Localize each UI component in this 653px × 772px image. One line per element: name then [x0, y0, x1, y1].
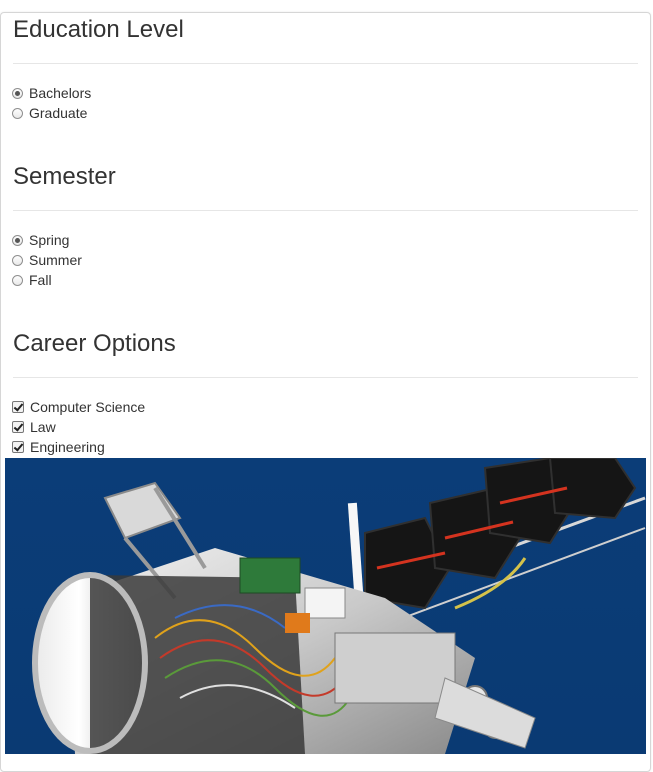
checkbox-law[interactable]: Law	[12, 417, 56, 437]
radio-fall[interactable]: Fall	[12, 270, 52, 290]
robot-photo	[5, 458, 646, 754]
checkbox-engineering[interactable]: Engineering	[12, 437, 105, 457]
section-divider	[13, 63, 638, 64]
radio-bachelors[interactable]: Bachelors	[12, 83, 91, 103]
radio-label: Fall	[29, 272, 52, 288]
checkbox-computer-science[interactable]: Computer Science	[12, 397, 145, 417]
radio-label: Summer	[29, 252, 82, 268]
checkbox-checked-icon[interactable]	[12, 441, 24, 453]
radio-selected-icon[interactable]	[12, 87, 23, 99]
radio-label: Graduate	[29, 105, 88, 121]
radio-spring[interactable]: Spring	[12, 230, 69, 250]
radio-summer[interactable]: Summer	[12, 250, 82, 270]
radio-unselected-icon[interactable]	[12, 274, 23, 286]
checkbox-label: Engineering	[30, 439, 105, 455]
career-options-heading: Career Options	[13, 330, 176, 357]
radio-graduate[interactable]: Graduate	[12, 103, 87, 123]
radio-label: Bachelors	[29, 85, 92, 101]
checkbox-checked-icon[interactable]	[12, 421, 24, 433]
checkbox-label: Law	[30, 419, 56, 435]
radio-unselected-icon[interactable]	[12, 254, 23, 266]
section-divider	[13, 210, 638, 211]
semester-heading: Semester	[13, 163, 116, 190]
section-divider	[13, 377, 638, 378]
checkbox-checked-icon[interactable]	[12, 401, 24, 413]
radio-selected-icon[interactable]	[12, 234, 23, 246]
checkbox-label: Computer Science	[30, 399, 146, 415]
radio-label: Spring	[29, 232, 70, 248]
radio-unselected-icon[interactable]	[12, 107, 23, 119]
education-level-heading: Education Level	[13, 16, 184, 43]
